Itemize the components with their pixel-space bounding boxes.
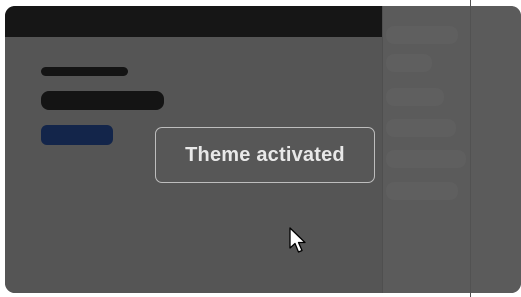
skeleton-accent-button — [41, 125, 113, 145]
side-panel-divider — [470, 0, 471, 297]
side-panel-placeholder-item — [386, 26, 458, 44]
side-panel-placeholder-item — [386, 54, 432, 72]
side-panel-placeholder-item — [386, 119, 456, 137]
skeleton-subtitle-line — [41, 91, 164, 110]
skeleton-title-line — [41, 67, 128, 76]
mouse-pointer-arrow-icon — [289, 227, 306, 253]
top-bar — [5, 6, 382, 37]
side-panel-placeholder-item — [386, 88, 444, 106]
theme-activated-toast: Theme activated — [155, 127, 375, 183]
side-panel-placeholder-item — [386, 150, 466, 168]
screen: Theme activated — [0, 0, 521, 297]
side-panel-placeholder-item — [386, 182, 458, 200]
